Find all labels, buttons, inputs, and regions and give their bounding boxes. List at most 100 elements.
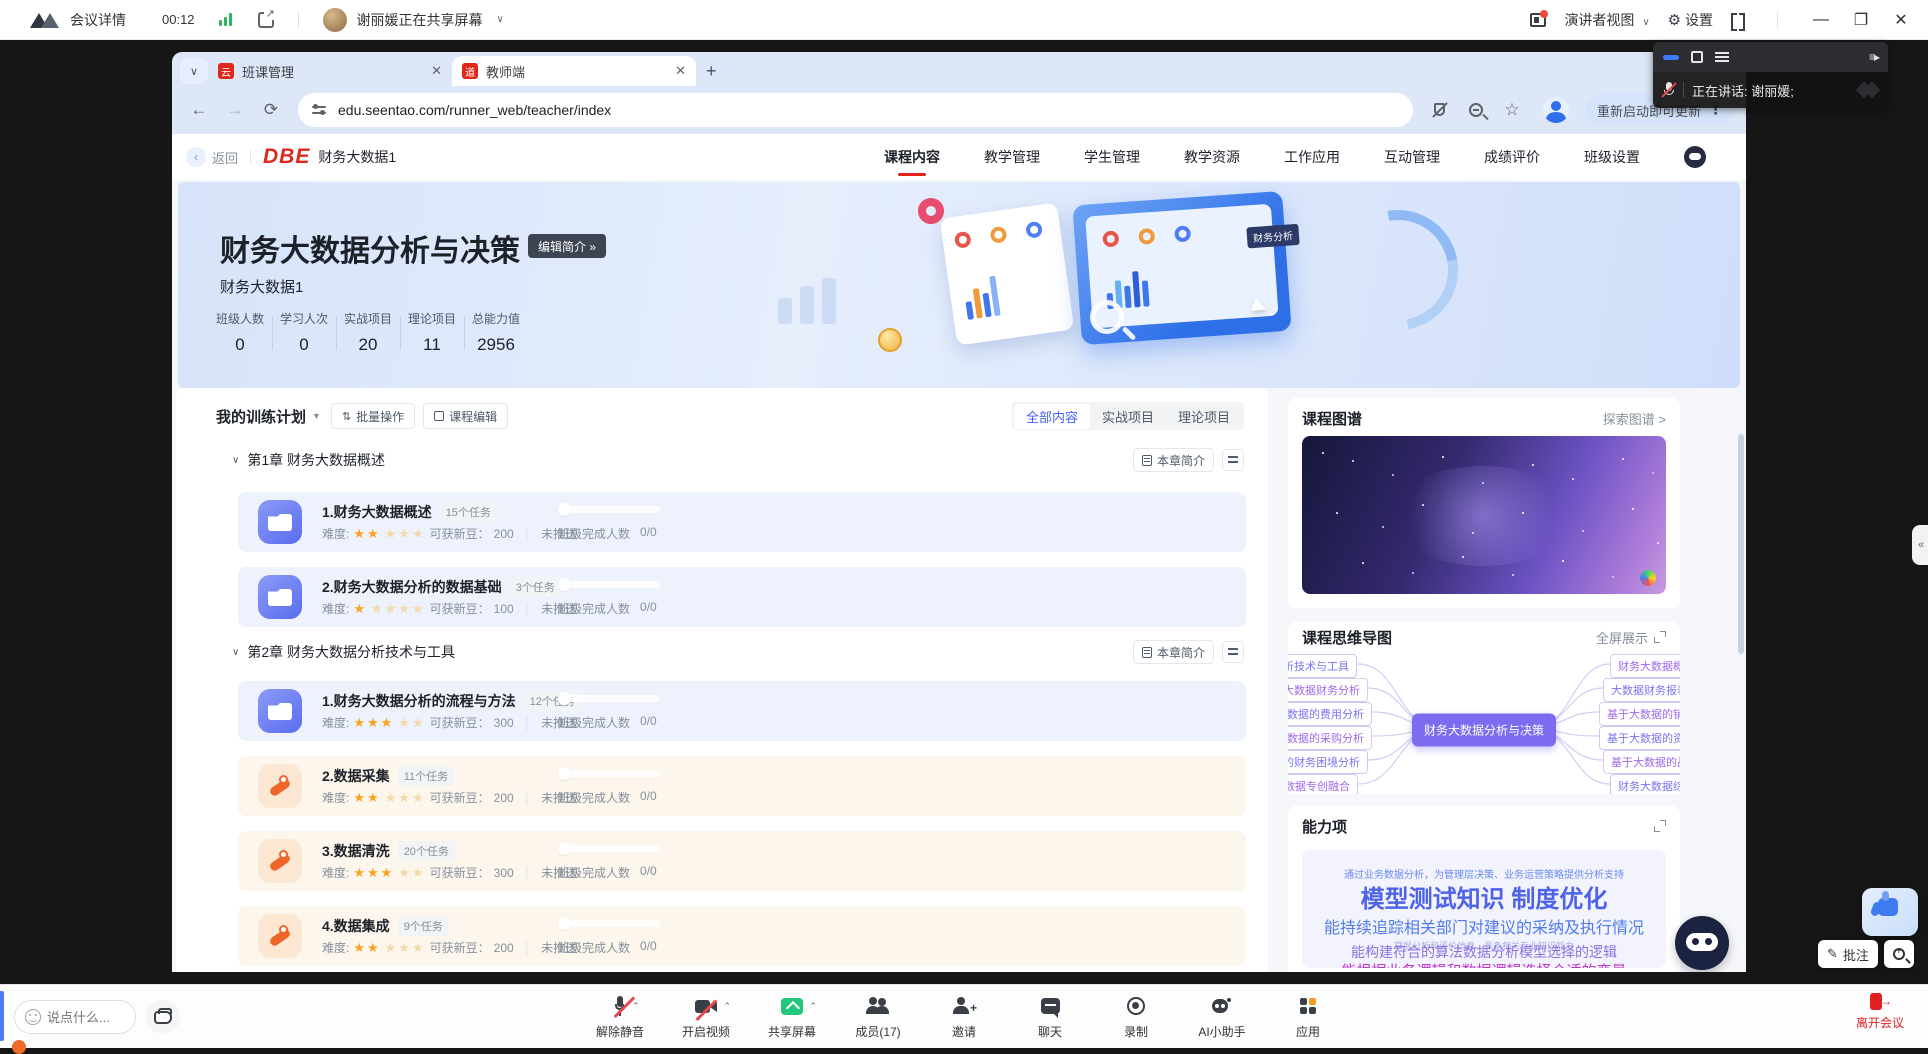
nav-tab-work-apps[interactable]: 工作应用 xyxy=(1284,147,1340,167)
collapsed-panel-handle[interactable]: « xyxy=(1912,525,1928,565)
nav-tab-student-mgmt[interactable]: 学生管理 xyxy=(1084,147,1140,167)
panel-window-icon[interactable] xyxy=(1691,51,1703,63)
collapse-chevron-icon[interactable]: ∨ xyxy=(232,647,239,658)
chevron-down-icon[interactable]: ▼ xyxy=(312,411,321,421)
tab-search-button[interactable]: ∨ xyxy=(180,58,208,84)
new-tab-button[interactable]: + xyxy=(706,61,717,82)
restore-button[interactable]: ❐ xyxy=(1850,10,1872,30)
fullscreen-icon[interactable] xyxy=(1731,13,1745,27)
lesson-row[interactable]: 1.财务大数据概述15个任务 难度:★★★★★可获新豆：200│未推送 班级完成… xyxy=(238,492,1246,552)
nav-tab-grades[interactable]: 成绩评价 xyxy=(1484,147,1540,167)
chevron-up-icon[interactable]: ⌃ xyxy=(632,1001,640,1012)
mindmap-node[interactable]: 基于大数据的战略分析 xyxy=(1603,750,1680,774)
share-screen-button[interactable]: ⌃ 共享屏幕 xyxy=(766,993,818,1040)
close-button[interactable]: ✕ xyxy=(1890,10,1912,30)
chapter-layout-button[interactable] xyxy=(1222,641,1244,663)
view-mode-dropdown[interactable]: 演讲者视图 ∨ xyxy=(1564,10,1649,30)
start-video-button[interactable]: ⌃ 开启视频 xyxy=(680,993,732,1040)
ai-assistant-float-button[interactable] xyxy=(1675,916,1729,970)
mindmap-node[interactable]: 基于大数据的采购分析 xyxy=(1288,726,1372,750)
lesson-row[interactable]: 4.数据集成9个任务 难度:★★★★★可获新豆：200│未推送 班级完成人数0/… xyxy=(238,906,1246,966)
tab-close-icon[interactable]: ✕ xyxy=(431,63,442,79)
browser-tab-inactive[interactable]: 云 班课管理 ✕ xyxy=(208,56,452,86)
batch-actions-button[interactable]: ⇅批量操作 xyxy=(331,403,415,429)
chat-input-pill[interactable] xyxy=(14,1000,136,1034)
course-edit-button[interactable]: 课程编辑 xyxy=(423,403,508,429)
explore-map-link[interactable]: 探索图谱 > xyxy=(1603,409,1666,428)
plan-title[interactable]: 我的训练计划 xyxy=(216,406,306,427)
mindmap-node[interactable]: 财务大数据综合分析 xyxy=(1610,774,1680,794)
mindmap-node[interactable]: 基于大数据的财务困境分析 xyxy=(1288,750,1368,774)
lesson-row[interactable]: 1.财务大数据分析的流程与方法12个任务 难度:★★★★★可获新豆：300│未推… xyxy=(238,681,1246,741)
nav-tab-class-settings[interactable]: 班级设置 xyxy=(1584,147,1640,167)
mindmap-node[interactable]: 财务大数据专创融合 xyxy=(1288,774,1358,794)
bookmark-star-icon[interactable]: ☆ xyxy=(1497,95,1527,125)
ai-robot-icon[interactable] xyxy=(1684,146,1706,168)
filter-practice[interactable]: 实战项目 xyxy=(1090,404,1166,429)
filter-theory[interactable]: 理论项目 xyxy=(1166,404,1242,429)
lesson-row[interactable]: 3.数据清洗20个任务 难度:★★★★★可获新豆：300│未推送 班级完成人数0… xyxy=(238,831,1246,891)
leave-meeting-button[interactable]: 离开会议 xyxy=(1856,993,1904,1031)
chat-input[interactable] xyxy=(47,1010,117,1025)
chapter-intro-button[interactable]: 本章简介 xyxy=(1133,448,1214,472)
nav-tab-course-content[interactable]: 课程内容 xyxy=(884,147,940,167)
mindmap-node[interactable]: 基于大数据的费用分析 xyxy=(1288,702,1372,726)
sharing-status[interactable]: 谢丽媛正在共享屏幕 xyxy=(357,10,483,30)
nav-tab-resources[interactable]: 教学资源 xyxy=(1184,147,1240,167)
chevron-down-icon[interactable]: ∨ xyxy=(497,14,504,25)
meeting-detail-button[interactable]: 会议详情 xyxy=(70,10,126,30)
knowledge-graph-image[interactable] xyxy=(1302,436,1666,594)
reaction-thumb-float[interactable] xyxy=(1862,888,1918,936)
lesson-row[interactable]: 2.财务大数据分析的数据基础3个任务 难度:★★★★★可获新豆：100│未推送 … xyxy=(238,567,1246,627)
settings-button[interactable]: ⚙ 设置 xyxy=(1668,10,1713,30)
forward-icon[interactable]: → xyxy=(220,95,250,125)
view-layout-icon[interactable] xyxy=(1530,13,1546,27)
chapter-layout-button[interactable] xyxy=(1222,449,1244,471)
emoji-icon[interactable] xyxy=(25,1009,41,1025)
chat-panel-handle[interactable] xyxy=(0,991,4,1041)
panel-collapse-icon[interactable]: ≡▸ xyxy=(1869,50,1878,64)
chevron-up-icon[interactable]: ⌃ xyxy=(723,1001,731,1012)
panel-list-icon[interactable] xyxy=(1715,52,1729,62)
expand-icon[interactable] xyxy=(1654,820,1666,832)
address-bar[interactable]: edu.seentao.com/runner_web/teacher/index xyxy=(298,93,1413,127)
mindmap-node[interactable]: 财务大数据分析技术与工具 xyxy=(1288,654,1357,678)
zoom-tool-button[interactable] xyxy=(1884,940,1914,968)
panel-minimize-icon[interactable] xyxy=(1663,55,1679,60)
mindmap-center-node[interactable]: 财务大数据分析与决策 xyxy=(1412,714,1556,747)
chat-button[interactable]: 聊天 xyxy=(1024,993,1076,1040)
back-icon[interactable]: ← xyxy=(184,95,214,125)
minimize-button[interactable]: — xyxy=(1810,11,1832,29)
collapse-chevron-icon[interactable]: ∨ xyxy=(232,455,239,466)
mindmap-node[interactable]: 大数据财务报表分析 xyxy=(1603,678,1680,702)
zoom-out-icon[interactable] xyxy=(1461,95,1491,125)
members-button[interactable]: 成员(17) xyxy=(852,993,904,1040)
nav-tab-teaching-mgmt[interactable]: 教学管理 xyxy=(984,147,1040,167)
chevron-up-icon[interactable]: ⌃ xyxy=(809,1001,817,1012)
mindmap-node[interactable]: 基于大数据的销售分析 xyxy=(1599,702,1680,726)
mindmap-canvas[interactable]: 财务大数据分析与决策 财务大数据分析技术与工具 大数据财务分析 基于大数据的费用… xyxy=(1288,652,1680,794)
chevron-left-icon[interactable]: ‹ xyxy=(186,147,206,167)
browser-tab-active[interactable]: 道 教师端 ✕ xyxy=(452,56,696,86)
page-scrollbar[interactable] xyxy=(1738,434,1744,654)
reload-icon[interactable]: ⟳ xyxy=(256,95,286,125)
browser-profile-avatar[interactable] xyxy=(1543,97,1569,123)
back-link[interactable]: 返回 xyxy=(212,148,238,167)
unmute-button[interactable]: ⌃ 解除静音 xyxy=(594,993,646,1040)
edit-intro-button[interactable]: 编辑简介 » xyxy=(528,234,606,258)
url-text[interactable]: edu.seentao.com/runner_web/teacher/index xyxy=(338,102,611,118)
mindmap-node[interactable]: 大数据财务分析 xyxy=(1288,678,1368,702)
chapter-intro-button[interactable]: 本章简介 xyxy=(1133,640,1214,664)
expand-icon[interactable] xyxy=(1654,631,1666,643)
apps-button[interactable]: 应用 xyxy=(1282,993,1334,1040)
mindmap-node[interactable]: 基于大数据的资金分析 xyxy=(1599,726,1680,750)
record-button[interactable]: 录制 xyxy=(1110,993,1162,1040)
mindmap-node[interactable]: 财务大数据概述 xyxy=(1610,654,1680,678)
site-settings-icon[interactable] xyxy=(312,104,328,116)
tab-close-icon[interactable]: ✕ xyxy=(675,63,686,79)
filter-all[interactable]: 全部内容 xyxy=(1014,404,1090,429)
content-blocked-icon[interactable] xyxy=(1425,95,1455,125)
fist-bump-button[interactable] xyxy=(146,1000,180,1034)
lesson-row[interactable]: 2.数据采集11个任务 难度:★★★★★可获新豆：200│未推送 班级完成人数0… xyxy=(238,756,1246,816)
ai-helper-button[interactable]: AI小助手 xyxy=(1196,993,1248,1040)
